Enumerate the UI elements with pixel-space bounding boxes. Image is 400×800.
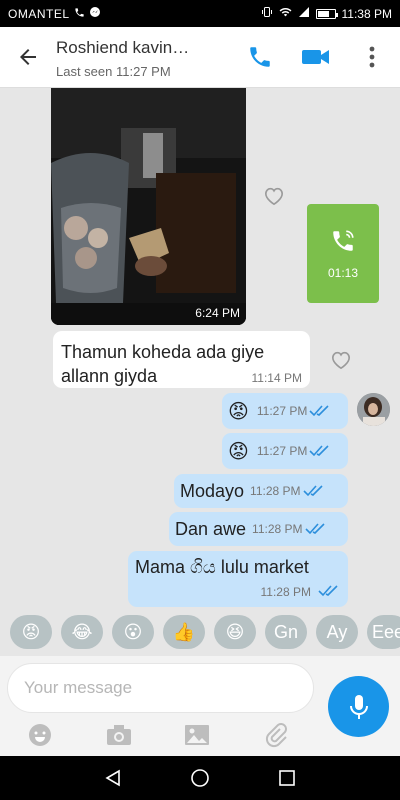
messenger-notification-icon (89, 6, 101, 21)
heart-icon (264, 187, 284, 206)
outgoing-message[interactable]: 😡 11:27 PM (222, 393, 348, 429)
gallery-button[interactable] (182, 720, 212, 750)
like-button[interactable] (263, 186, 285, 206)
outgoing-message[interactable]: 😡 11:27 PM (222, 433, 348, 469)
signal-icon (298, 6, 310, 21)
message-text: Dan awe (175, 518, 247, 539)
camera-button[interactable] (104, 720, 134, 750)
message-input[interactable] (7, 663, 314, 713)
quick-reply-surprised[interactable]: 😮 (112, 615, 154, 649)
photo-content (51, 88, 246, 325)
outgoing-message[interactable]: Modayo 11:28 PM (174, 474, 348, 508)
contact-info[interactable]: Roshiend kavin… Last seen 11:27 PM (56, 36, 232, 79)
double-check-icon (318, 585, 338, 597)
smiley-icon (29, 724, 51, 746)
system-nav-bar (0, 756, 400, 800)
circle-home-icon (191, 769, 209, 787)
message-time: 11:27 PM (256, 404, 308, 418)
quick-reply-gn[interactable]: Gn (265, 615, 307, 649)
nav-back-button[interactable] (93, 758, 133, 798)
quick-reply-angry[interactable]: 😡 (10, 615, 52, 649)
phone-notification-icon (74, 7, 85, 21)
voice-message-button[interactable] (328, 676, 389, 737)
chat-header: Roshiend kavin… Last seen 11:27 PM (0, 27, 400, 88)
video-call-button[interactable] (288, 27, 344, 88)
call-message[interactable]: 01:13 (307, 204, 379, 303)
quick-reply-eee[interactable]: Eee (367, 615, 400, 649)
phone-call-icon (333, 229, 354, 251)
message-text: Mama ගිය lulu market (135, 557, 309, 577)
paperclip-icon (265, 723, 287, 748)
contact-avatar[interactable] (357, 393, 390, 426)
heart-icon (331, 351, 351, 370)
message-time: 11:28 PM (260, 585, 311, 599)
outgoing-message[interactable]: Dan awe 11:28 PM (169, 512, 348, 546)
message-text-line: allann giyda (61, 366, 158, 386)
emoji-button[interactable] (25, 720, 55, 750)
quick-reply-ay[interactable]: Ay (316, 615, 358, 649)
status-bar: OMANTEL 11:38 PM (0, 0, 400, 27)
message-list[interactable]: 6:24 PM 01:13 Thamun koheda ada giye all… (0, 88, 400, 615)
attach-button[interactable] (261, 720, 291, 750)
square-recents-icon (278, 770, 295, 786)
incoming-message[interactable]: Thamun koheda ada giye allann giyda 11:1… (53, 331, 310, 388)
nav-recents-button[interactable] (267, 758, 307, 798)
camera-icon (107, 725, 131, 745)
quick-reply-bar: 😡 😂 😮 👍 😆 Gn Ay Eee (0, 615, 400, 655)
back-arrow-icon (20, 49, 36, 65)
battery-icon (315, 8, 338, 19)
wifi-icon (279, 6, 292, 21)
more-options-button[interactable] (344, 27, 400, 88)
avatar-image (357, 393, 390, 426)
like-button[interactable] (330, 350, 352, 370)
contact-name: Roshiend kavin… (56, 37, 190, 57)
last-seen-status: Last seen 11:27 PM (56, 63, 171, 79)
phone-icon (250, 47, 270, 67)
message-emoji: 😡 (228, 440, 249, 463)
voice-call-button[interactable] (232, 27, 288, 88)
image-icon (185, 725, 209, 745)
message-time: 11:28 PM (252, 522, 303, 536)
more-vert-icon (369, 46, 375, 68)
message-time: 11:14 PM (251, 371, 302, 385)
outgoing-message[interactable]: Mama ගිය lulu market 11:28 PM (128, 551, 348, 607)
message-text-line: Thamun koheda ada giye (61, 342, 265, 362)
carrier-label: OMANTEL (8, 6, 70, 21)
composer (0, 656, 400, 756)
message-emoji: 😡 (228, 400, 249, 423)
double-check-icon (309, 405, 329, 417)
message-time: 11:27 PM (256, 444, 308, 458)
message-time: 6:24 PM (195, 306, 240, 320)
quick-reply-thumbs-up[interactable]: 👍 (163, 615, 205, 649)
double-check-icon (302, 485, 323, 497)
double-check-icon (309, 445, 329, 457)
triangle-back-icon (105, 769, 121, 787)
call-duration: 01:13 (327, 265, 359, 280)
double-check-icon (304, 523, 325, 535)
quick-reply-grin[interactable]: 😆 (214, 615, 256, 649)
message-text: Modayo (180, 480, 245, 501)
video-camera-icon (302, 50, 329, 64)
nav-home-button[interactable] (180, 758, 220, 798)
photo-message[interactable]: 6:24 PM (51, 88, 246, 325)
back-button[interactable] (0, 27, 56, 88)
quick-reply-laughing[interactable]: 😂 (61, 615, 103, 649)
vibrate-icon (261, 6, 273, 21)
microphone-icon (349, 694, 368, 719)
message-time: 11:28 PM (250, 484, 301, 498)
status-time: 11:38 PM (341, 6, 392, 21)
